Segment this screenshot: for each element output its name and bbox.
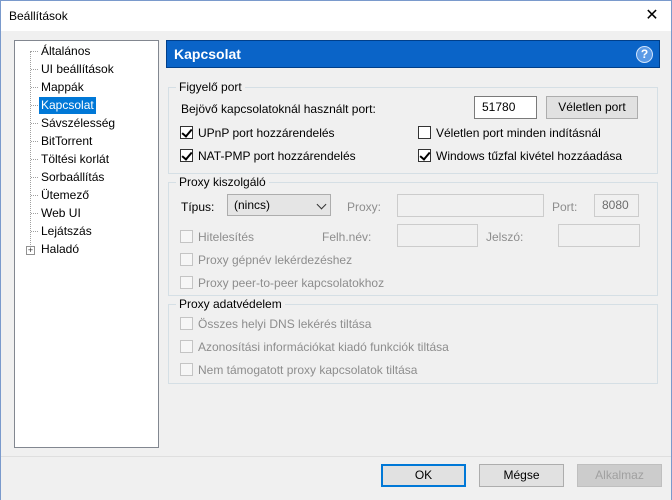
random-port-button[interactable]: Véletlen port <box>546 96 638 119</box>
tree-connector <box>30 51 31 253</box>
sidebar-item-savszelesseg[interactable]: Sávszélesség <box>39 115 117 132</box>
group-label: Proxy adatvédelem <box>176 297 285 311</box>
apply-button[interactable]: Alkalmaz <box>577 464 662 487</box>
tree-connector <box>31 105 38 106</box>
close-icon[interactable]: ✕ <box>639 4 665 28</box>
window-title: Beállítások <box>9 9 68 23</box>
checkbox-box[interactable] <box>180 317 193 330</box>
sidebar-item-sorbaallitas[interactable]: Sorbaállítás <box>39 169 106 186</box>
incoming-port-input[interactable]: 51780 <box>474 96 537 119</box>
proxy-username-label: Felh.név: <box>322 230 372 244</box>
cancel-button[interactable]: Mégse <box>479 464 564 487</box>
tree-connector <box>31 87 38 88</box>
group-label: Proxy kiszolgáló <box>176 175 269 189</box>
checkbox-label: Véletlen port minden indításnál <box>436 126 601 140</box>
proxy-port-label: Port: <box>552 200 578 214</box>
natpmp-checkbox[interactable]: NAT-PMP port hozzárendelés <box>180 148 380 164</box>
tree-connector <box>31 213 38 214</box>
tree-connector <box>31 51 38 52</box>
sidebar-item-lejatszas[interactable]: Lejátszás <box>39 223 94 240</box>
dialog-footer: OK Mégse Alkalmaz <box>1 457 671 500</box>
sidebar-item-web-ui[interactable]: Web UI <box>39 205 83 222</box>
proxy-type-value: (nincs) <box>234 198 271 212</box>
disable-dns-checkbox[interactable]: Összes helyi DNS lekérés tiltása <box>180 316 480 332</box>
tree-connector <box>31 141 38 142</box>
category-tree[interactable]: Általános UI beállítások Mappák Kapcsola… <box>14 40 159 448</box>
proxy-hostname-lookup-checkbox[interactable]: Proxy gépnév lekérdezéshez <box>180 252 430 268</box>
proxy-auth-checkbox[interactable]: Hitelesítés <box>180 229 280 245</box>
tree-connector <box>31 69 38 70</box>
panel-header: Kapcsolat ? <box>166 40 660 68</box>
proxy-password-label: Jelszó: <box>486 230 524 244</box>
checkbox-box[interactable] <box>418 126 431 139</box>
proxy-password-input[interactable] <box>558 224 640 247</box>
panel-title: Kapcsolat <box>174 46 241 62</box>
checkbox-label: NAT-PMP port hozzárendelés <box>198 149 356 163</box>
help-icon[interactable]: ? <box>636 46 653 63</box>
proxy-port-input[interactable]: 8080 <box>594 194 639 217</box>
group-label: Figyelő port <box>176 80 245 94</box>
checkbox-box[interactable] <box>180 149 193 162</box>
tree-connector <box>31 159 38 160</box>
firewall-exception-checkbox[interactable]: Windows tűzfal kivétel hozzáadása <box>418 148 648 164</box>
listening-port-group: Figyelő port Bejövő kapcsolatoknál haszn… <box>168 80 658 174</box>
sidebar-item-halado[interactable]: Haladó <box>39 241 81 258</box>
checkbox-box[interactable] <box>180 253 193 266</box>
proxy-type-select[interactable]: (nincs) <box>227 194 331 216</box>
checkbox-label: Proxy gépnév lekérdezéshez <box>198 253 353 267</box>
proxy-p2p-checkbox[interactable]: Proxy peer-to-peer kapcsolatokhoz <box>180 275 430 291</box>
title-bar[interactable]: Beállítások ✕ <box>1 1 671 31</box>
checkbox-box[interactable] <box>180 276 193 289</box>
proxy-host-input[interactable] <box>397 194 544 217</box>
sidebar-item-altalanos[interactable]: Általános <box>39 43 92 60</box>
checkbox-box[interactable] <box>180 126 193 139</box>
sidebar-item-utemezo[interactable]: Ütemező <box>39 187 91 204</box>
sidebar-item-kapcsolat[interactable]: Kapcsolat <box>39 97 96 114</box>
tree-connector <box>31 231 38 232</box>
ok-button[interactable]: OK <box>381 464 466 487</box>
checkbox-label: Azonosítási információkat kiadó funkciók… <box>198 340 449 354</box>
checkbox-label: Hitelesítés <box>198 230 255 244</box>
checkbox-label: Proxy peer-to-peer kapcsolatokhoz <box>198 276 385 290</box>
random-port-each-start-checkbox[interactable]: Véletlen port minden indításnál <box>418 125 648 141</box>
settings-panel: Kapcsolat ? Figyelő port Bejövő kapcsola… <box>166 40 660 448</box>
disable-identifying-features-checkbox[interactable]: Azonosítási információkat kiadó funkciók… <box>180 339 500 355</box>
proxy-server-group: Proxy kiszolgáló Típus: (nincs) Proxy: P… <box>168 175 658 296</box>
checkbox-box[interactable] <box>180 340 193 353</box>
checkbox-label: UPnP port hozzárendelés <box>198 126 335 140</box>
tree-connector <box>31 177 38 178</box>
sidebar-item-mappak[interactable]: Mappák <box>39 79 86 96</box>
tree-connector <box>31 123 38 124</box>
chevron-down-icon <box>316 199 327 210</box>
sidebar-item-bittorrent[interactable]: BitTorrent <box>39 133 94 150</box>
expand-plus-icon[interactable]: + <box>26 246 35 255</box>
checkbox-label: Nem támogatott proxy kapcsolatok tiltása <box>198 363 418 377</box>
checkbox-label: Windows tűzfal kivétel hozzáadása <box>436 149 623 163</box>
proxy-privacy-group: Proxy adatvédelem Összes helyi DNS lekér… <box>168 297 658 384</box>
proxy-username-input[interactable] <box>397 224 478 247</box>
checkbox-box[interactable] <box>418 149 431 162</box>
proxy-host-label: Proxy: <box>347 200 382 214</box>
tree-connector <box>31 195 38 196</box>
proxy-type-label: Típus: <box>181 200 215 214</box>
sidebar-item-toltesi-korlat[interactable]: Töltési korlát <box>39 151 111 168</box>
checkbox-box[interactable] <box>180 363 193 376</box>
disable-unsupported-proxy-checkbox[interactable]: Nem támogatott proxy kapcsolatok tiltása <box>180 362 480 378</box>
settings-window: Beállítások ✕ Általános UI beállítások M… <box>0 0 672 500</box>
checkbox-box[interactable] <box>180 230 193 243</box>
checkbox-label: Összes helyi DNS lekérés tiltása <box>198 317 372 331</box>
sidebar-item-ui-beallitasok[interactable]: UI beállítások <box>39 61 116 78</box>
upnp-checkbox[interactable]: UPnP port hozzárendelés <box>180 125 380 141</box>
incoming-port-label: Bejövő kapcsolatoknál használt port: <box>181 102 376 116</box>
